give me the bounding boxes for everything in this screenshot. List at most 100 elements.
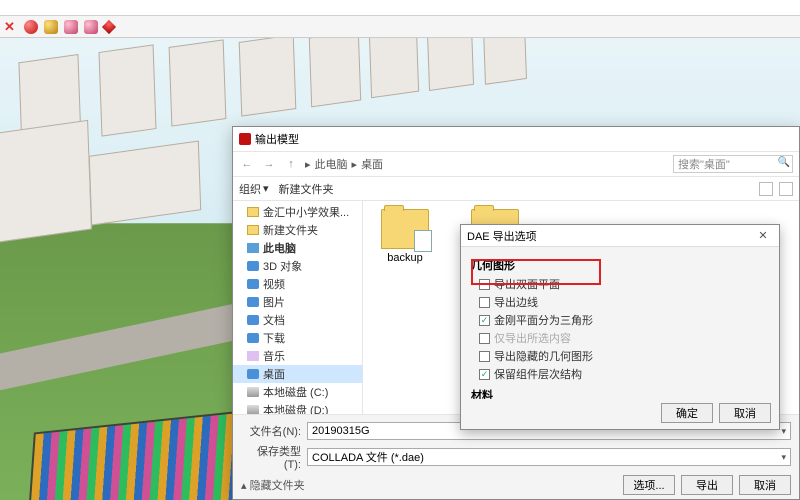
option-label: 保留组件层次结构 [494,366,582,382]
tree-icon [247,405,259,414]
crumb-sep: ▸ [352,158,358,171]
options-titlebar[interactable]: DAE 导出选项 ✕ [461,225,779,247]
option-label: 导出隐藏的几何图形 [494,348,593,364]
tree-item[interactable]: 3D 对象 [233,257,362,275]
tree-label: 视频 [263,276,285,292]
dialog-navbar: ← → ↑ ▸ 此电脑 ▸ 桌面 搜索"桌面" [233,151,799,177]
nav-back-icon[interactable]: ← [239,158,255,170]
option-label: 金刚平面分为三角形 [494,312,593,328]
tree-icon [247,243,259,253]
tree-icon [247,297,259,307]
cancel-button[interactable]: 取消 [739,475,791,495]
type-field[interactable]: COLLADA 文件 (*.dae) [307,448,791,466]
option-row: 仅导出所选内容 [471,329,769,347]
dae-options-dialog: DAE 导出选项 ✕ 几何图形 导出双面平面导出边线 ✓ 金刚平面分为三角形仅导出所… [460,224,780,430]
tree-icon [247,369,259,379]
dialog-title: 输出模型 [255,131,299,147]
tree-item[interactable]: 本地磁盘 (C:) [233,383,362,401]
tree-label: 图片 [263,294,285,310]
option-row[interactable]: ✓ 金刚平面分为三角形 [471,311,769,329]
tree-label: 此电脑 [263,240,296,256]
newfolder-button[interactable]: 新建文件夹 [279,181,334,197]
close-icon[interactable]: ✕ [753,229,773,242]
tree-item[interactable]: 音乐 [233,347,362,365]
dialog-app-icon [239,133,251,145]
tool-x-icon[interactable]: ✕ [4,20,18,34]
crumb-root: ▸ [305,158,311,171]
crumb-desktop[interactable]: 桌面 [361,156,383,172]
tree-item[interactable]: 金汇中小学效果... [233,203,362,221]
option-label: 仅导出所选内容 [494,330,571,346]
hide-folders-link[interactable]: ▴ 隐藏文件夹 [241,477,305,493]
type-label: 保存类型(T): [241,443,301,471]
tree-label: 本地磁盘 (C:) [263,384,328,400]
tree-item[interactable]: 图片 [233,293,362,311]
tree-icon [247,351,259,361]
tree-item[interactable]: 桌面 [233,365,362,383]
tree-label: 桌面 [263,366,285,382]
folder-tree[interactable]: 金汇中小学效果... 新建文件夹此电脑 3D 对象视频图片文档下载音乐桌面本地磁盘 … [233,201,363,414]
tree-label: 本地磁盘 (D:) [263,402,328,414]
ok-button[interactable]: 确定 [661,403,713,423]
tree-label: 文档 [263,312,285,328]
tree-icon [247,387,259,397]
tool-pink2-icon[interactable] [84,20,98,34]
tree-label: 下载 [263,330,285,346]
option-label: 导出双面平面 [494,276,560,292]
checkbox[interactable] [479,297,490,308]
tree-item[interactable]: 文档 [233,311,362,329]
nav-fwd-icon[interactable]: → [261,158,277,170]
checkbox[interactable] [479,351,490,362]
tree-icon [247,261,259,271]
tree-item[interactable]: 本地磁盘 (D:) [233,401,362,414]
app-toolbar: ✕ [0,16,800,38]
options-cancel-button[interactable]: 取消 [719,403,771,423]
folder-icon [381,209,429,249]
tool-red-icon[interactable] [24,20,38,34]
section-material: 材料 [471,387,769,399]
option-row[interactable]: ✓ 保留组件层次结构 [471,365,769,383]
tree-label: 3D 对象 [263,258,302,274]
nav-up-icon[interactable]: ↑ [283,158,299,170]
tool-yellow-icon[interactable] [44,20,58,34]
tree-label: 音乐 [263,348,285,364]
checkbox[interactable]: ✓ [479,315,490,326]
folder-label: backup [387,252,422,264]
crumb-pc[interactable]: 此电脑 [315,156,348,172]
search-input[interactable]: 搜索"桌面" [673,155,793,173]
tree-item[interactable]: 视频 [233,275,362,293]
checkbox[interactable] [479,279,490,290]
tree-label: 新建文件夹 [263,222,318,238]
tool-ruby-icon[interactable] [102,19,116,33]
options-body: 几何图形 导出双面平面导出边线 ✓ 金刚平面分为三角形仅导出所选内容导出隐藏的几何图… [461,247,779,399]
filename-label: 文件名(N): [241,423,301,439]
option-label: 导出边线 [494,294,538,310]
breadcrumb[interactable]: ▸ 此电脑 ▸ 桌面 [305,156,383,172]
tree-icon [247,333,259,343]
section-geometry: 几何图形 [471,257,769,273]
tree-icon [247,279,259,289]
option-row[interactable]: 导出双面平面 [471,275,769,293]
tree-label: 金汇中小学效果... [263,204,349,220]
organize-menu[interactable]: 组织▾ [239,181,269,197]
dialog-titlebar[interactable]: 输出模型 [233,127,799,151]
tool-pink1-icon[interactable] [64,20,78,34]
option-row[interactable]: 导出隐藏的几何图形 [471,347,769,365]
tree-item[interactable]: 下载 [233,329,362,347]
app-menubar [0,0,800,16]
folder-item[interactable]: backup [375,209,435,264]
options-title: DAE 导出选项 [467,228,537,244]
view-mode-icon[interactable] [759,182,773,196]
help-icon[interactable] [779,182,793,196]
options-button[interactable]: 选项... [623,475,675,495]
dialog-commandbar: 组织▾ 新建文件夹 [233,177,799,201]
tree-item[interactable]: 此电脑 [233,239,362,257]
checkbox[interactable]: ✓ [479,369,490,380]
tree-icon [247,315,259,325]
checkbox [479,333,490,344]
export-button[interactable]: 导出 [681,475,733,495]
tree-item[interactable]: 新建文件夹 [233,221,362,239]
tree-icon [247,207,259,217]
option-row[interactable]: 导出边线 [471,293,769,311]
tree-icon [247,225,259,235]
